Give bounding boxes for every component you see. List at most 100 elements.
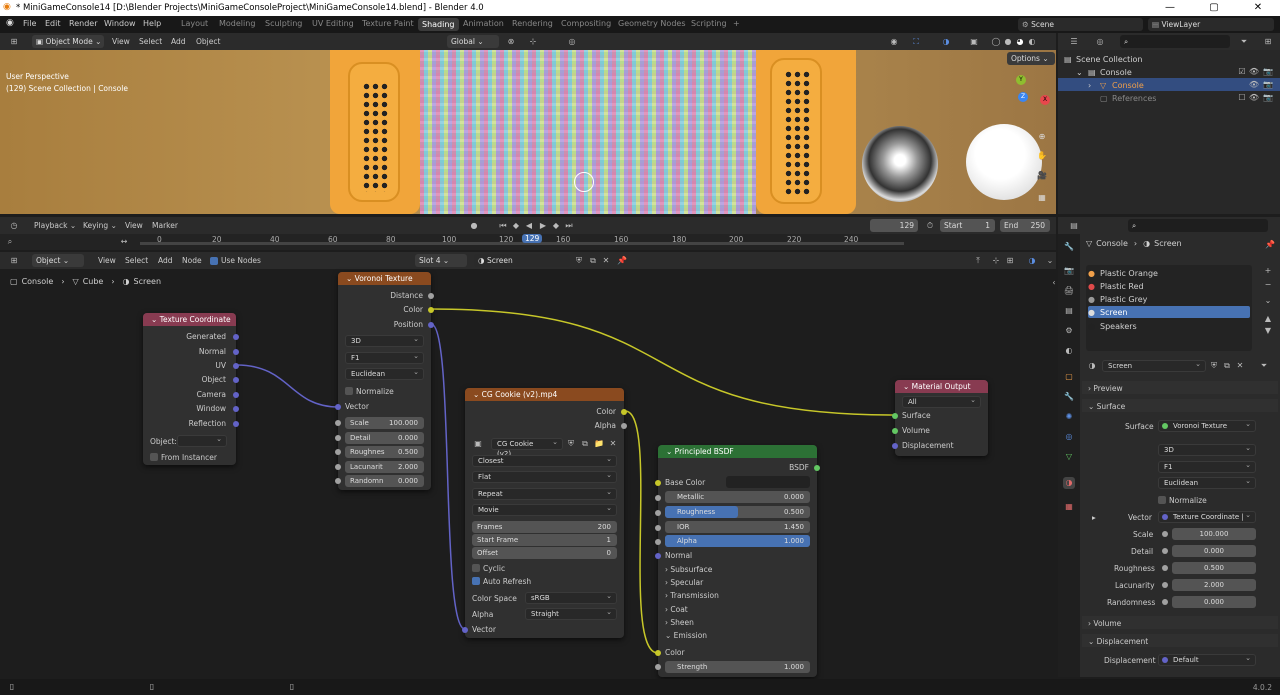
shader-type-dropdown[interactable]: Object ⌄: [32, 254, 84, 267]
rendered-shading-icon[interactable]: ◐: [1026, 36, 1038, 48]
lacunarity-field[interactable]: 2.000: [1172, 579, 1256, 591]
next-key-icon[interactable]: ◆: [550, 220, 562, 232]
socket-alpha[interactable]: [655, 539, 661, 545]
source-dropdown[interactable]: Movie: [472, 503, 617, 516]
roughness-field[interactable]: 0.500: [1172, 562, 1256, 574]
roughness-field[interactable]: Roughness 0.500: [665, 506, 810, 518]
menu-help[interactable]: Help: [143, 19, 161, 28]
menu-window[interactable]: Window: [104, 19, 136, 28]
tab-sculpting[interactable]: Sculpting: [265, 19, 302, 28]
xray-icon[interactable]: ▣: [968, 36, 980, 48]
snap-mode-icon[interactable]: ⊞: [1004, 255, 1016, 267]
playback-menu[interactable]: Playback ⌄: [34, 221, 76, 230]
node-editor-icon[interactable]: ⊞: [8, 255, 20, 267]
gizmo-y-axis[interactable]: Y: [1016, 75, 1026, 85]
pin-icon[interactable]: 📌: [1264, 239, 1276, 251]
socket-object[interactable]: [233, 377, 239, 383]
unlink-image-icon[interactable]: ✕: [607, 438, 619, 450]
socket-color[interactable]: [621, 409, 627, 415]
socket-uv[interactable]: [233, 363, 239, 369]
link-mode-icon[interactable]: ⏷: [1258, 360, 1270, 372]
outliner-editor-icon[interactable]: ☰: [1068, 36, 1080, 48]
slot-screen[interactable]: ● Screen: [1088, 306, 1250, 318]
tab-geometry-nodes[interactable]: Geometry Nodes: [618, 19, 685, 28]
slot-plastic-red[interactable]: ● Plastic Red: [1088, 280, 1250, 292]
scene-tab-icon[interactable]: ⚙: [1063, 325, 1075, 337]
detail-socket[interactable]: [1162, 548, 1168, 554]
vector-link-field[interactable]: Texture Coordinate | ...: [1158, 511, 1256, 523]
object-picker[interactable]: [177, 434, 227, 447]
add-slot-icon[interactable]: +: [1262, 265, 1274, 277]
feature-dropdown[interactable]: F1: [345, 351, 424, 364]
socket-volume[interactable]: [892, 428, 898, 434]
add-menu[interactable]: Add: [171, 37, 186, 46]
socket-distance[interactable]: [428, 293, 434, 299]
scene-selector[interactable]: ⚙ Scene: [1018, 18, 1143, 31]
displacement-field[interactable]: Default: [1158, 653, 1256, 666]
hide-eye-icon[interactable]: 👁: [1248, 66, 1260, 78]
keying-menu[interactable]: Keying ⌄: [83, 221, 117, 230]
properties-editor-icon[interactable]: ▤: [1068, 220, 1080, 232]
world-tab-icon[interactable]: ◐: [1063, 345, 1075, 357]
render-camera-icon[interactable]: 📷: [1262, 79, 1274, 91]
normalize-checkbox[interactable]: [1158, 496, 1166, 504]
hide-eye-icon[interactable]: 👁: [1248, 79, 1260, 91]
unlink-icon[interactable]: ✕: [1234, 360, 1246, 372]
slot-plastic-orange[interactable]: ● Plastic Orange: [1088, 267, 1250, 279]
collapse-arrows-icon[interactable]: ↔: [118, 236, 130, 248]
socket-window[interactable]: [233, 406, 239, 412]
view-menu[interactable]: View: [125, 221, 143, 230]
zoom-icon[interactable]: ⊕: [1036, 131, 1048, 143]
material-name-field[interactable]: Screen: [1102, 359, 1206, 372]
surface-shader-field[interactable]: Voronoi Texture: [1158, 419, 1256, 432]
pin-icon[interactable]: 📌: [616, 255, 628, 267]
interpolation-dropdown[interactable]: Closest: [472, 454, 617, 467]
slot-plastic-grey[interactable]: ● Plastic Grey: [1088, 293, 1250, 305]
node-header[interactable]: ⌄ Voronoi Texture: [338, 272, 431, 285]
material-selector[interactable]: ◑ Screen: [474, 254, 570, 267]
select-menu[interactable]: Select: [125, 256, 148, 265]
open-folder-icon[interactable]: 📁: [593, 438, 605, 450]
fake-user-icon[interactable]: ⛨: [565, 438, 577, 450]
socket-generated[interactable]: [233, 334, 239, 340]
modifier-tab-icon[interactable]: 🔧: [1063, 391, 1075, 403]
base-color-swatch[interactable]: [726, 476, 810, 488]
keyframe-dot-icon[interactable]: ●: [468, 220, 480, 232]
socket-color[interactable]: [428, 307, 434, 313]
output-tab-icon[interactable]: 🖨: [1063, 285, 1075, 297]
node-voronoi-texture[interactable]: ⌄ Voronoi Texture Distance Color Positio…: [335, 272, 434, 490]
alpha-field[interactable]: Alpha 1.000: [665, 535, 810, 547]
constraints-tab-icon[interactable]: ▽: [1063, 451, 1075, 463]
dimensions-dropdown[interactable]: 3D: [1158, 443, 1256, 456]
end-frame-field[interactable]: End 250: [1000, 219, 1050, 232]
socket-normal[interactable]: [655, 553, 661, 559]
gizmo-toggle-icon[interactable]: ⛶: [910, 36, 922, 48]
material-shading-icon[interactable]: ◕: [1014, 36, 1026, 48]
scale-field[interactable]: Scale 100.000: [345, 417, 424, 429]
exclude-checkbox-icon[interactable]: ☐: [1236, 92, 1248, 104]
properties-search-input[interactable]: ⌕: [1128, 219, 1268, 232]
outliner-search-input[interactable]: ⌕: [1120, 35, 1230, 48]
node-texture-coordinate[interactable]: ⌄ Texture Coordinate Generated Normal UV…: [143, 313, 239, 465]
image-browse-icon[interactable]: ▣: [472, 438, 484, 450]
socket-normal[interactable]: [233, 349, 239, 355]
render-camera-icon[interactable]: 📷: [1262, 92, 1274, 104]
hide-eye-icon[interactable]: 👁: [1248, 92, 1260, 104]
outliner-row-scene-collection[interactable]: ▤ Scene Collection: [1064, 53, 1143, 65]
node-principled-bsdf[interactable]: ⌄ Principled BSDF BSDF Base Color Metall…: [655, 445, 820, 677]
visibility-icon[interactable]: ◉: [888, 36, 900, 48]
blender-menu-icon[interactable]: ◉: [6, 18, 14, 28]
socket-detail[interactable]: [335, 435, 341, 441]
node-header[interactable]: ⌄ Texture Coordinate: [143, 313, 236, 326]
socket-surface[interactable]: [892, 413, 898, 419]
proportional-icon[interactable]: ◎: [566, 36, 578, 48]
node-material-output[interactable]: ⌄ Material Output All Surface Volume Dis…: [892, 380, 988, 456]
move-slot-up-icon[interactable]: ▲: [1262, 313, 1274, 325]
unlink-material-icon[interactable]: ✕: [600, 255, 612, 267]
playhead-frame[interactable]: 129: [522, 234, 543, 243]
prev-key-icon[interactable]: ◆: [510, 220, 522, 232]
randomness-socket[interactable]: [1162, 599, 1168, 605]
timeline-editor-icon[interactable]: ◷: [8, 220, 20, 232]
snap-icon[interactable]: ⊹: [527, 36, 539, 48]
panel-transmission[interactable]: › Transmission: [665, 591, 719, 600]
